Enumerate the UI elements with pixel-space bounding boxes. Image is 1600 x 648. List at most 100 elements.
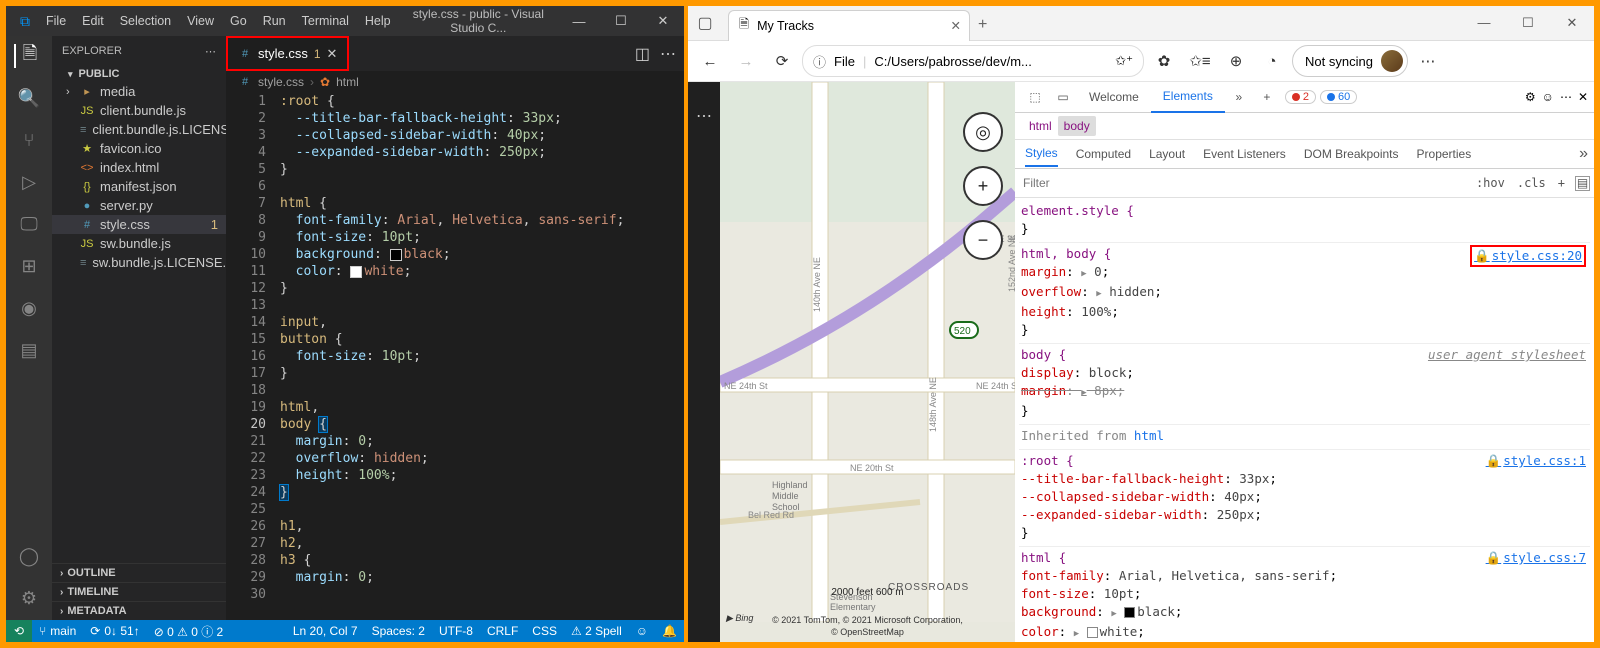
menu-terminal[interactable]: Terminal xyxy=(294,14,357,28)
close-button[interactable]: ✕ xyxy=(642,13,684,29)
menu-help[interactable]: Help xyxy=(357,14,399,28)
settings-gear-icon[interactable]: ⚙ xyxy=(17,586,41,610)
address-bar[interactable]: ⓘ File | C:/Users/pabrosse/dev/m... ✩⁺ xyxy=(802,45,1144,77)
menu-view[interactable]: View xyxy=(179,14,222,28)
section-outline[interactable]: OUTLINE xyxy=(52,563,226,582)
menu-selection[interactable]: Selection xyxy=(112,14,179,28)
app-menu-icon[interactable]: ⋯ xyxy=(1412,45,1444,77)
more-subtabs-icon[interactable]: » xyxy=(1579,145,1588,163)
device-icon[interactable]: ▭ xyxy=(1049,90,1077,104)
breadcrumbs[interactable]: #style.css › ✿html xyxy=(226,71,684,93)
profile-sync[interactable]: Not syncing xyxy=(1292,45,1408,77)
dom-breadcrumb[interactable]: html body xyxy=(1015,113,1594,140)
performance-icon[interactable]: ◔ xyxy=(1256,45,1288,77)
devtools-close-icon[interactable]: ✕ xyxy=(1578,90,1588,104)
remote-icon[interactable]: 🖵 xyxy=(17,212,41,236)
map-view[interactable]: 140th Ave NE 148th Ave NE 152nd Ave NE N… xyxy=(720,82,1015,642)
collections-icon[interactable]: ⊕ xyxy=(1220,45,1252,77)
browser-tab[interactable]: 🗎 My Tracks ✕ xyxy=(728,10,970,41)
locate-button[interactable]: ◎ xyxy=(963,112,1003,152)
section-metadata[interactable]: METADATA xyxy=(52,601,226,620)
section-timeline[interactable]: TIMELINE xyxy=(52,582,226,601)
cursor-position[interactable]: Ln 20, Col 7 xyxy=(286,624,365,638)
app-sidebar[interactable]: ⋯ xyxy=(688,82,720,642)
problems-indicator[interactable]: ⊘ 0 ⚠ 0 ⓘ 2 xyxy=(147,623,231,640)
run-debug-icon[interactable]: ▷ xyxy=(17,170,41,194)
site-info-icon[interactable]: ⓘ xyxy=(813,52,826,71)
computed-toggle-icon[interactable]: ▤ xyxy=(1575,176,1590,191)
devtools-menu-icon[interactable]: ⋯ xyxy=(1560,90,1572,104)
file-sw.bundle.js[interactable]: JSsw.bundle.js xyxy=(52,234,226,253)
eol[interactable]: CRLF xyxy=(480,624,525,638)
file-manifest.json[interactable]: {}manifest.json xyxy=(52,177,226,196)
zoom-out-button[interactable]: − xyxy=(963,220,1003,260)
workspace-root[interactable]: PUBLIC xyxy=(52,66,226,82)
zoom-in-button[interactable]: + xyxy=(963,166,1003,206)
file-sw.bundle.js.LICENSE.txt[interactable]: ≡sw.bundle.js.LICENSE.txt xyxy=(52,253,226,272)
tab-style-css[interactable]: # style.css 1 ✕ xyxy=(226,36,349,71)
minimize-button[interactable]: — xyxy=(1462,15,1506,31)
close-tab-icon[interactable]: ✕ xyxy=(327,46,338,62)
back-button[interactable]: ← xyxy=(694,45,726,77)
subtab-styles[interactable]: Styles xyxy=(1025,141,1058,167)
edge-icon[interactable]: ◉ xyxy=(17,296,41,320)
more-tabs-icon[interactable]: » xyxy=(1225,90,1253,104)
maximize-button[interactable]: ☐ xyxy=(1506,15,1550,31)
notifications-icon[interactable]: 🔔 xyxy=(655,624,684,638)
maximize-button[interactable]: ☐ xyxy=(600,13,642,29)
info-badge[interactable]: 60 xyxy=(1320,90,1357,104)
split-editor-icon[interactable]: ◫ xyxy=(635,44,650,64)
file-client.bundle.js[interactable]: JSclient.bundle.js xyxy=(52,101,226,120)
extensions-icon[interactable]: ✿ xyxy=(1148,45,1180,77)
menu-edit[interactable]: Edit xyxy=(74,14,112,28)
minimize-button[interactable]: — xyxy=(558,14,600,29)
file-server.py[interactable]: ●server.py xyxy=(52,196,226,215)
new-tab-button[interactable]: + xyxy=(978,16,987,34)
more-actions-icon[interactable]: ⋯ xyxy=(660,44,676,64)
code-editor[interactable]: 1234567891011121314151617181920212223242… xyxy=(226,93,684,620)
spell-check[interactable]: ⚠ 2 Spell xyxy=(564,624,629,638)
new-rule-icon[interactable]: + xyxy=(1552,176,1571,190)
file-index.html[interactable]: <>index.html xyxy=(52,158,226,177)
subtab-event-listeners[interactable]: Event Listeners xyxy=(1203,142,1286,166)
git-sync[interactable]: ⟳ 0↓ 51↑ xyxy=(83,624,146,638)
favorites-icon[interactable]: ✩≡ xyxy=(1184,45,1216,77)
subtab-layout[interactable]: Layout xyxy=(1149,142,1185,166)
file-client.bundle.js.LICENSE.txt[interactable]: ≡client.bundle.js.LICENSE.txt xyxy=(52,120,226,139)
inspect-icon[interactable]: ⬚ xyxy=(1021,90,1049,104)
subtab-computed[interactable]: Computed xyxy=(1076,142,1131,166)
filter-input[interactable] xyxy=(1015,176,1470,190)
file-favicon.ico[interactable]: ★favicon.ico xyxy=(52,139,226,158)
devtools-feedback-icon[interactable]: ☺ xyxy=(1542,90,1554,104)
tab-actions-icon[interactable]: ▢ xyxy=(688,13,722,33)
favorite-icon[interactable]: ✩⁺ xyxy=(1115,53,1133,69)
error-badge[interactable]: 2 xyxy=(1285,90,1316,104)
feedback-icon[interactable]: ☺ xyxy=(629,624,655,638)
account-icon[interactable]: ◯ xyxy=(17,544,41,568)
subtab-dom-breakpoints[interactable]: DOM Breakpoints xyxy=(1304,142,1399,166)
language-mode[interactable]: CSS xyxy=(525,624,564,638)
explorer-more-icon[interactable]: ⋯ xyxy=(205,45,216,58)
search-icon[interactable]: 🔍 xyxy=(17,86,41,110)
tab-welcome[interactable]: Welcome xyxy=(1077,82,1151,112)
extensions-icon[interactable]: ⊞ xyxy=(17,254,41,278)
close-tab-icon[interactable]: ✕ xyxy=(951,18,961,33)
menu-go[interactable]: Go xyxy=(222,14,255,28)
close-button[interactable]: ✕ xyxy=(1550,15,1594,31)
source-control-icon[interactable]: ⑂ xyxy=(17,128,41,152)
encoding[interactable]: UTF-8 xyxy=(432,624,480,638)
subtab-properties[interactable]: Properties xyxy=(1417,142,1472,166)
reload-button[interactable]: ⟳ xyxy=(766,45,798,77)
explorer-icon[interactable]: 🗎 xyxy=(14,44,42,68)
devtools-settings-icon[interactable]: ⚙ xyxy=(1525,90,1536,104)
menu-file[interactable]: File xyxy=(38,14,74,28)
styles-pane[interactable]: element.style {}🔒style.css:20html, body … xyxy=(1015,198,1594,642)
remote-indicator[interactable]: ⟲ xyxy=(6,620,32,642)
indentation[interactable]: Spaces: 2 xyxy=(365,624,432,638)
file-style.css[interactable]: #style.css1 xyxy=(52,215,226,234)
add-tab-icon[interactable]: + xyxy=(1253,90,1281,104)
tab-elements[interactable]: Elements xyxy=(1151,81,1225,113)
cls-toggle[interactable]: .cls xyxy=(1511,176,1552,190)
references-icon[interactable]: ▤ xyxy=(17,338,41,362)
menu-run[interactable]: Run xyxy=(255,14,294,28)
